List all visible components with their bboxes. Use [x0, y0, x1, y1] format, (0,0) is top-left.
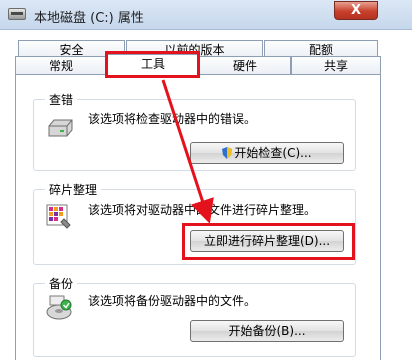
annotation-arrow [161, 79, 214, 224]
